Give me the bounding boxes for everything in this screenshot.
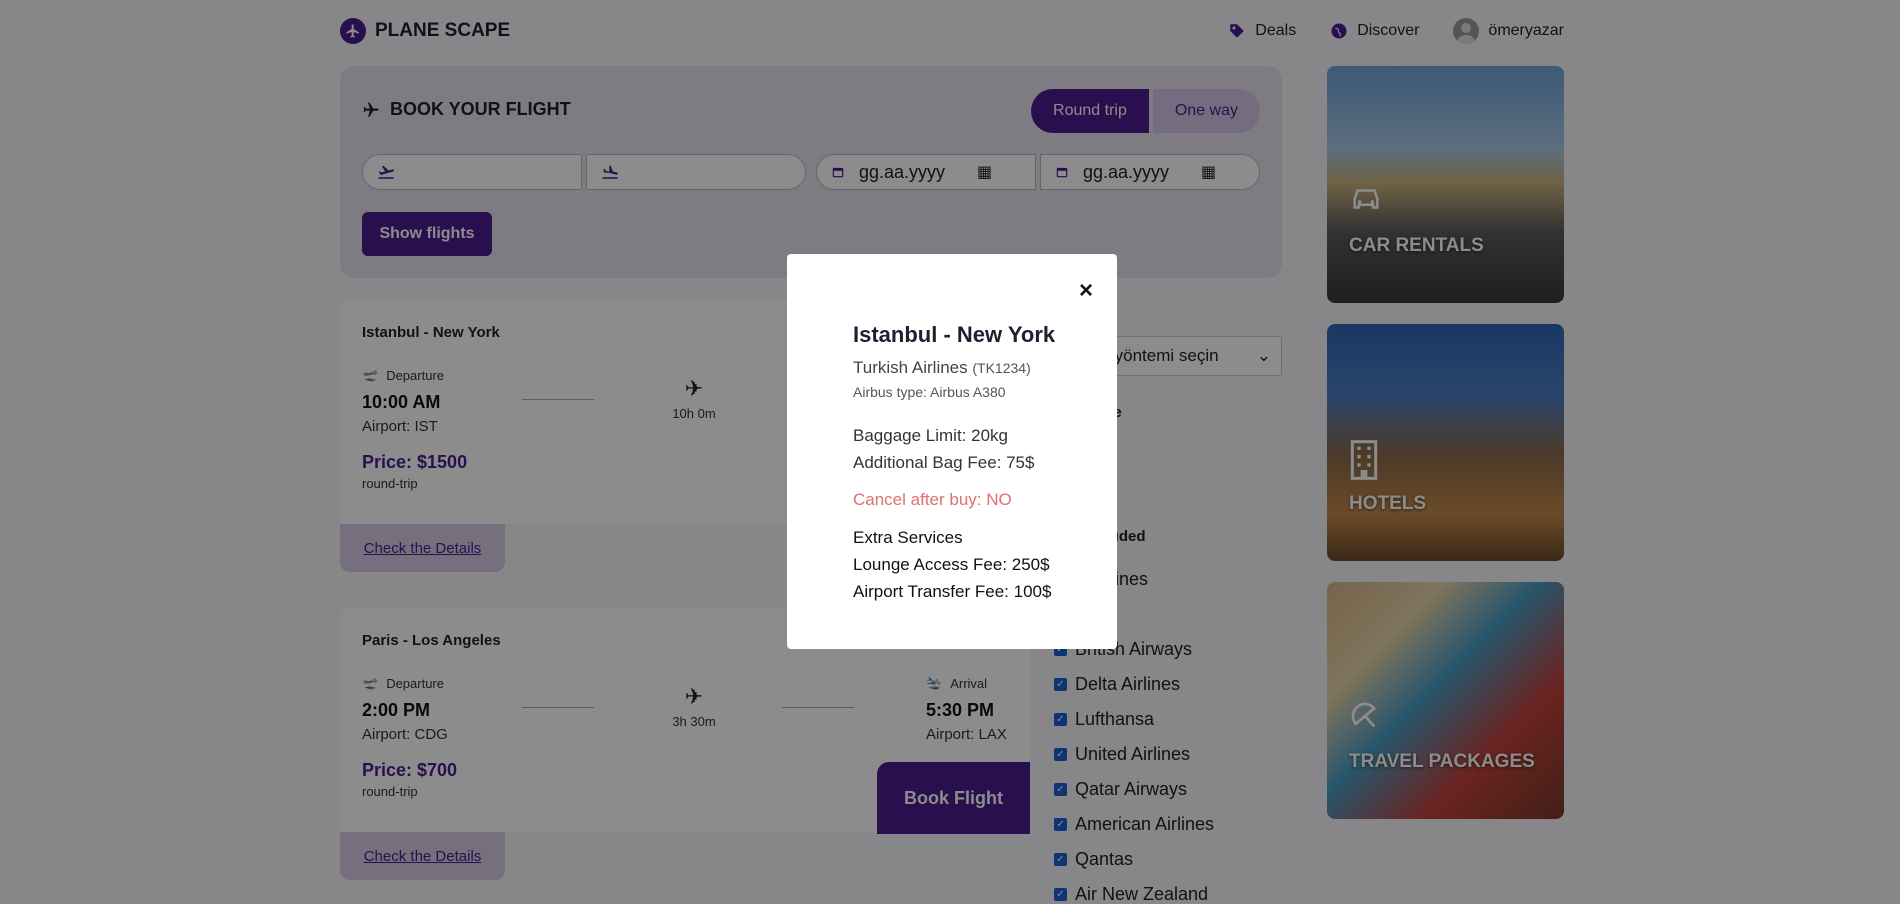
cancel-policy: Cancel after buy: NO — [853, 490, 1012, 509]
airbus-type: Airbus type: Airbus A380 — [853, 384, 1006, 400]
flight-code: (TK1234) — [972, 360, 1031, 376]
airline-name: Turkish Airlines — [853, 358, 968, 377]
close-icon[interactable]: × — [1079, 279, 1093, 303]
modal-body: Istanbul - New York Turkish Airlines (TK… — [853, 322, 1055, 605]
flight-details-modal: × Istanbul - New York Turkish Airlines (… — [787, 254, 1117, 649]
modal-title: Istanbul - New York — [853, 322, 1056, 347]
transfer-fee: Airport Transfer Fee: 100$ — [853, 582, 1052, 601]
lounge-fee: Lounge Access Fee: 250$ — [853, 555, 1050, 574]
extra-services-title: Extra Services — [853, 528, 963, 547]
additional-bag-fee: Additional Bag Fee: 75$ — [853, 453, 1035, 472]
baggage-limit: Baggage Limit: 20kg — [853, 426, 1008, 445]
modal-airline: Turkish Airlines (TK1234) — [853, 358, 1055, 378]
